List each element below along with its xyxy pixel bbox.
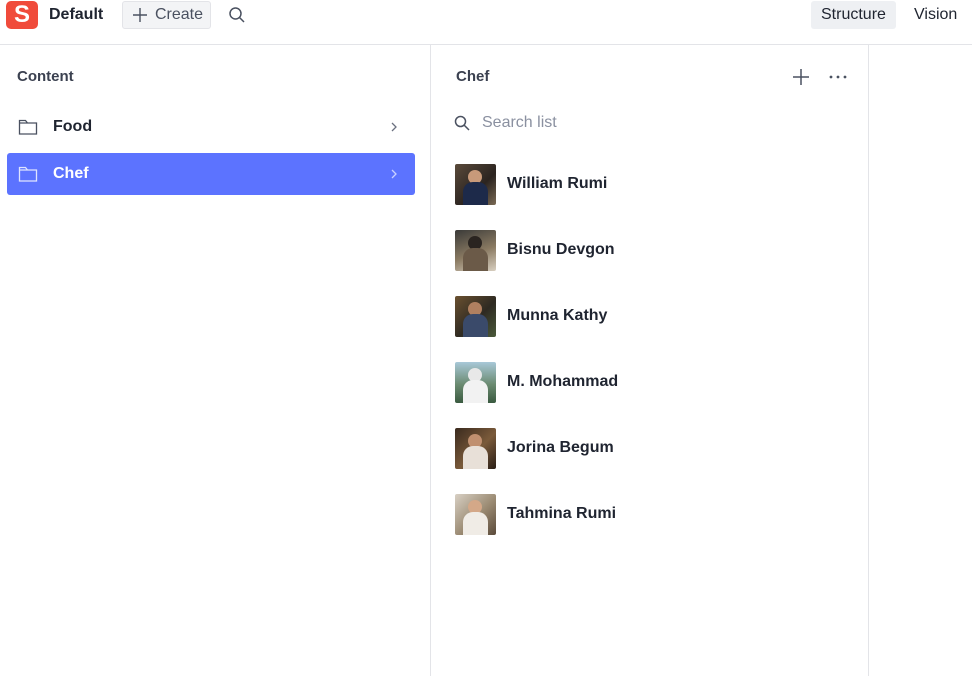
list-item-chef[interactable]: Tahmina Rumi bbox=[455, 493, 850, 535]
chef-name: William Rumi bbox=[507, 175, 608, 192]
create-button-label: Create bbox=[155, 6, 204, 23]
tool-tab-structure[interactable]: Structure bbox=[811, 1, 896, 29]
tool-tab-vision[interactable]: Vision bbox=[904, 1, 967, 29]
plus-icon bbox=[133, 8, 147, 22]
create-button[interactable]: Create bbox=[122, 1, 211, 29]
content-item-chef[interactable]: Chef bbox=[7, 153, 415, 195]
chef-avatar bbox=[455, 493, 496, 535]
folder-icon bbox=[18, 166, 38, 182]
search-icon[interactable] bbox=[227, 5, 247, 25]
chef-list: William Rumi Bisnu Devgon Munna Kathy M.… bbox=[431, 45, 869, 676]
chevron-right-icon bbox=[391, 169, 397, 179]
content-pane-title: Content bbox=[17, 68, 74, 85]
chef-avatar bbox=[455, 361, 496, 403]
chef-pane: Chef William Rumi bbox=[431, 45, 869, 676]
chef-avatar bbox=[455, 163, 496, 205]
content-item-label: Food bbox=[53, 118, 93, 135]
workspace-name[interactable]: Default bbox=[49, 6, 103, 24]
content-item-label: Chef bbox=[53, 165, 89, 182]
chef-name: M. Mohammad bbox=[507, 373, 619, 390]
folder-icon bbox=[18, 119, 38, 135]
chef-avatar bbox=[455, 295, 496, 337]
chef-avatar bbox=[455, 229, 496, 271]
sanity-logo[interactable]: S bbox=[6, 1, 38, 29]
list-item-chef[interactable]: William Rumi bbox=[455, 163, 850, 205]
chef-name: Jorina Begum bbox=[507, 439, 614, 456]
chef-avatar bbox=[455, 427, 496, 469]
chef-name: Bisnu Devgon bbox=[507, 241, 615, 258]
list-item-chef[interactable]: Jorina Begum bbox=[455, 427, 850, 469]
chef-name: Tahmina Rumi bbox=[507, 505, 617, 522]
list-item-chef[interactable]: M. Mohammad bbox=[455, 361, 850, 403]
list-item-chef[interactable]: Bisnu Devgon bbox=[455, 229, 850, 271]
chef-name: Munna Kathy bbox=[507, 307, 608, 324]
top-navbar: S Default Create Structure Vision bbox=[0, 0, 972, 45]
content-item-food[interactable]: Food bbox=[7, 106, 415, 148]
list-item-chef[interactable]: Munna Kathy bbox=[455, 295, 850, 337]
content-pane: Content Food Chef bbox=[0, 45, 431, 676]
chevron-right-icon bbox=[391, 122, 397, 132]
